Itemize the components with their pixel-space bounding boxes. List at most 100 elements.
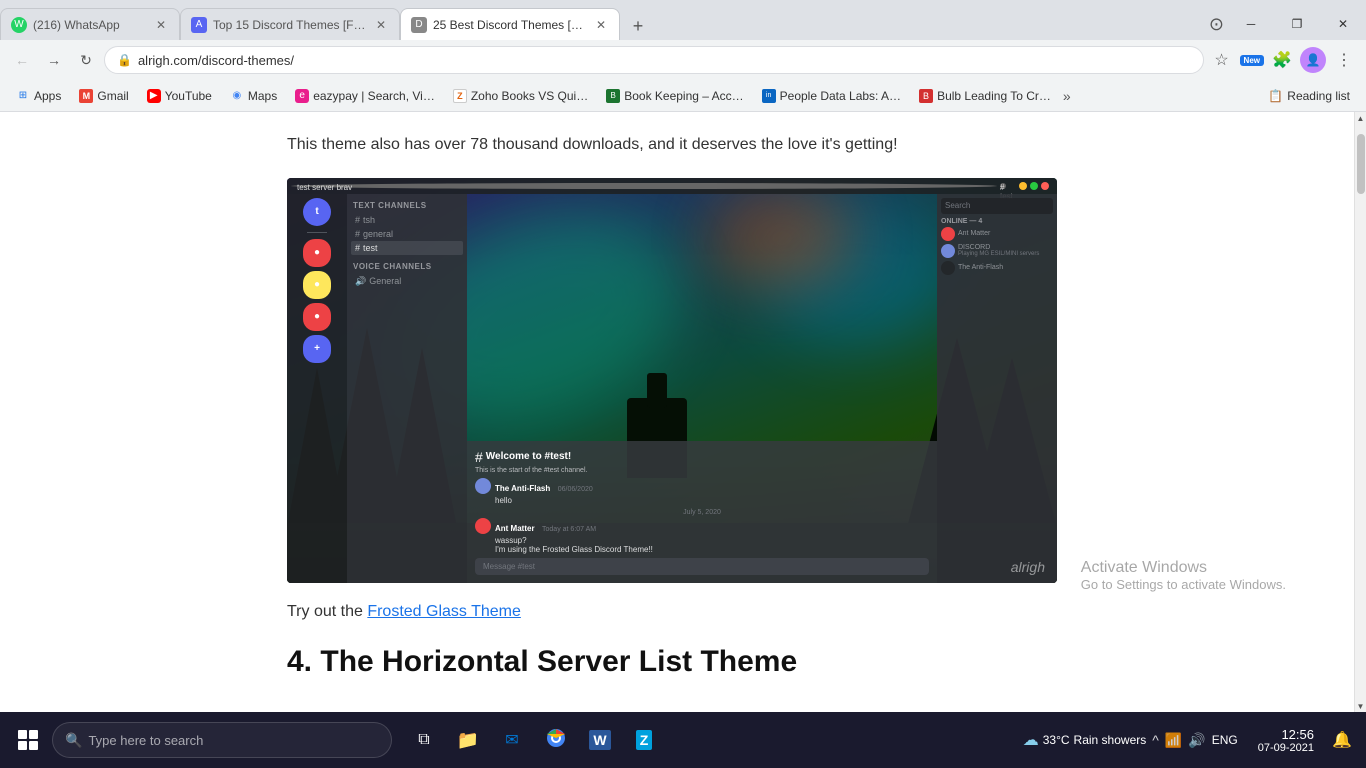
msg2-author: Ant Matter xyxy=(495,524,535,533)
bookmark-bookkeeping[interactable]: B Book Keeping – Acc… xyxy=(598,84,751,108)
address-bar[interactable]: 🔒 alrigh.com/discord-themes/ xyxy=(104,46,1204,74)
msg2-text2: I'm using the Frosted Glass Discord Them… xyxy=(495,545,929,554)
discord-channel-title: # test xyxy=(1000,183,1006,189)
msg2-avatar xyxy=(475,518,491,534)
scroll-up-arrow[interactable]: ▲ xyxy=(1355,112,1366,124)
discord-server-icon-4: ● xyxy=(303,303,331,331)
tab-whatsapp-close[interactable]: ✕ xyxy=(153,17,169,33)
weather-widget[interactable]: ☁ 33°C Rain showers xyxy=(1023,730,1147,750)
discord-window-btns xyxy=(1019,182,1049,190)
close-dot xyxy=(1041,182,1049,190)
bookmark-star-button[interactable]: ☆ xyxy=(1208,46,1236,74)
tab-discord2-close[interactable]: ✕ xyxy=(593,17,609,33)
bookmark-zoho[interactable]: Z Zoho Books VS Qui… xyxy=(445,84,596,108)
user2-avatar xyxy=(941,244,955,258)
volume-icon[interactable]: 🔊 xyxy=(1188,732,1205,749)
discord-search-bar: Search xyxy=(941,198,1053,214)
bookmark-apps[interactable]: ⊞ Apps xyxy=(8,84,69,108)
bookmark-maps[interactable]: ◉ Maps xyxy=(222,84,285,108)
word-button[interactable]: W xyxy=(580,720,620,760)
tab-whatsapp-title: (216) WhatsApp xyxy=(33,18,147,32)
address-bar-row: ← → ↻ 🔒 alrigh.com/discord-themes/ ☆ New… xyxy=(0,40,1366,80)
bookmark-youtube-label: YouTube xyxy=(165,89,212,103)
bookmark-eazypay-label: eazypay | Search, Vi… xyxy=(313,89,435,103)
scroll-thumb[interactable] xyxy=(1357,134,1365,194)
tab-discord2[interactable]: D 25 Best Discord Themes [For Bett… ✕ xyxy=(400,8,620,40)
eazypay-favicon: e xyxy=(295,89,309,103)
maximize-button[interactable]: ❐ xyxy=(1274,8,1320,40)
history-icon: ⊙ xyxy=(1209,14,1224,35)
bookkeeping-favicon: B xyxy=(606,89,620,103)
discord-message-2: Ant Matter Today at 6:07 AM wassup? I'm … xyxy=(475,518,929,554)
msg1-author: The Anti-Flash xyxy=(495,484,550,493)
taskbar-apps: ⧉ 📁 ✉ W Z xyxy=(404,720,664,760)
task-view-button[interactable]: ⧉ xyxy=(404,720,444,760)
clock-time: 12:56 xyxy=(1258,727,1314,742)
discord-text-channels-header: TEXT CHANNELS xyxy=(351,198,463,213)
user2-name: DISCORD xyxy=(958,244,1039,251)
maximize-dot xyxy=(1030,182,1038,190)
notification-icon: 🔔 xyxy=(1332,730,1352,750)
msg2-text1: wassup? xyxy=(495,536,929,545)
profile-avatar[interactable]: 👤 xyxy=(1300,47,1326,73)
new-badge: New xyxy=(1240,55,1264,66)
language-indicator[interactable]: ENG xyxy=(1212,733,1238,747)
image-watermark: alrigh xyxy=(1011,559,1045,575)
notification-center-button[interactable]: 🔔 xyxy=(1326,712,1358,768)
channel-hash-2: # xyxy=(355,229,360,239)
scroll-down-arrow[interactable]: ▼ xyxy=(1355,700,1366,712)
bookmark-bulb[interactable]: B Bulb Leading To Cr… xyxy=(911,84,1059,108)
mail-button[interactable]: ✉ xyxy=(492,720,532,760)
tab-whatsapp[interactable]: W (216) WhatsApp ✕ xyxy=(0,8,180,40)
user2-status: Playing MG ESIL/MINI servers xyxy=(958,251,1039,257)
frosted-glass-link[interactable]: Frosted Glass Theme xyxy=(367,603,521,620)
start-button[interactable] xyxy=(8,720,48,760)
taskbar-search[interactable]: 🔍 Type here to search xyxy=(52,722,392,758)
tab-discord1-close[interactable]: ✕ xyxy=(373,17,389,33)
welcome-subtitle: This is the start of the #test channel. xyxy=(475,467,929,474)
zoho-favicon: Z xyxy=(453,89,467,103)
zscaler-button[interactable]: Z xyxy=(624,720,664,760)
systray: ☁ 33°C Rain showers ^ 📶 🔊 ENG xyxy=(1015,712,1246,768)
main-content: This theme also has over 78 thousand dow… xyxy=(0,112,1354,712)
tab-discord1[interactable]: A Top 15 Discord Themes [For Bett… ✕ xyxy=(180,8,400,40)
show-hidden-icons[interactable]: ^ xyxy=(1152,732,1159,748)
more-bookmarks-button[interactable]: » xyxy=(1063,88,1071,104)
page-scrollbar[interactable]: ▲ ▼ xyxy=(1354,112,1366,712)
reading-list-icon: 📋 xyxy=(1268,89,1283,103)
discord-channels-panel: TEXT CHANNELS # tsh # general xyxy=(347,194,467,583)
chrome-button[interactable] xyxy=(536,720,576,760)
close-button[interactable]: ✕ xyxy=(1320,8,1366,40)
minimize-button[interactable]: ─ xyxy=(1228,8,1274,40)
discord-server-icon-3: ● xyxy=(303,271,331,299)
voice-channel-name: General xyxy=(369,276,401,286)
discord-voice-channels-header: VOICE CHANNELS xyxy=(351,259,463,274)
try-out-text: Try out the xyxy=(287,603,367,620)
back-button[interactable]: ← xyxy=(8,46,36,74)
bookmark-gmail[interactable]: M Gmail xyxy=(71,84,136,108)
extensions-button[interactable]: 🧩 xyxy=(1268,46,1296,74)
reload-button[interactable]: ↻ xyxy=(72,46,100,74)
bookmark-people[interactable]: in People Data Labs: A… xyxy=(754,84,909,108)
tab-discord1-title: Top 15 Discord Themes [For Bett… xyxy=(213,18,367,32)
msg1-text: hello xyxy=(495,496,929,505)
task-view-icon: ⧉ xyxy=(418,731,429,749)
discord-message-input[interactable]: Message #test xyxy=(475,558,929,575)
taskbar-clock[interactable]: 12:56 07-09-2021 xyxy=(1250,727,1322,754)
file-explorer-button[interactable]: 📁 xyxy=(448,720,488,760)
discord-channel-general: # general xyxy=(351,227,463,241)
whatsapp-favicon: W xyxy=(11,17,27,33)
new-tab-button[interactable]: + xyxy=(624,12,652,40)
zscaler-icon: Z xyxy=(636,730,653,750)
bookmark-eazypay[interactable]: e eazypay | Search, Vi… xyxy=(287,84,443,108)
file-explorer-icon: 📁 xyxy=(457,730,479,751)
word-icon: W xyxy=(589,730,610,750)
discord-user-1: Ant Matter xyxy=(941,227,1053,241)
chrome-menu-button[interactable]: ⋮ xyxy=(1330,46,1358,74)
server-divider xyxy=(307,232,327,233)
bookmark-youtube[interactable]: ▶ YouTube xyxy=(139,84,220,108)
forward-button[interactable]: → xyxy=(40,46,68,74)
win-logo-tr xyxy=(29,730,38,739)
network-icon[interactable]: 📶 xyxy=(1165,732,1182,749)
reading-list-button[interactable]: 📋 Reading list xyxy=(1260,87,1358,105)
